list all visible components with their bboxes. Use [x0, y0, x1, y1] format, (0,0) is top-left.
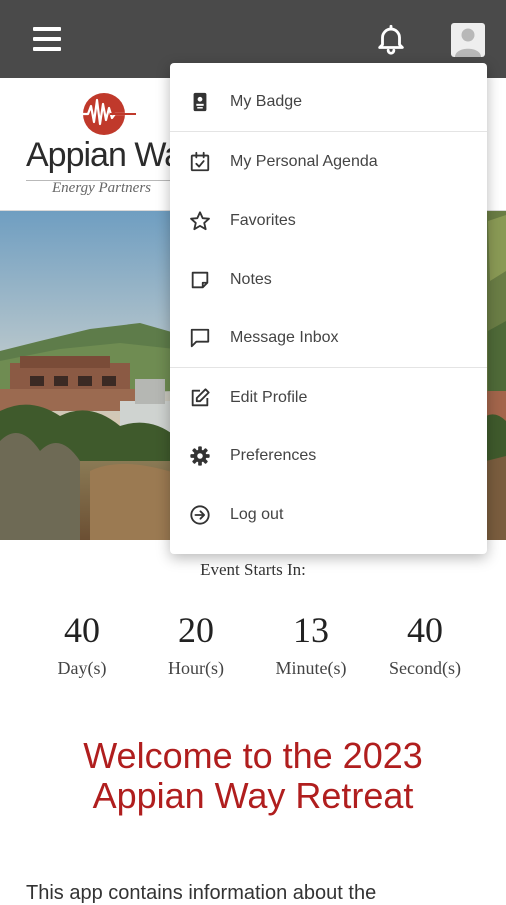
- countdown-minutes: 13 Minute(s): [251, 610, 371, 679]
- countdown-minutes-unit: Minute(s): [275, 658, 347, 678]
- menu-item-favorites[interactable]: Favorites: [170, 192, 487, 250]
- countdown-days: 40 Day(s): [22, 610, 142, 679]
- user-avatar-icon[interactable]: [451, 23, 485, 57]
- gear-icon: [189, 445, 211, 467]
- countdown-days-value: 40: [64, 610, 100, 650]
- menu-item-label: My Badge: [230, 93, 303, 110]
- welcome-line-2: Appian Way Retreat: [92, 775, 414, 816]
- menu-item-preferences[interactable]: Preferences: [170, 427, 487, 485]
- menu-item-message-inbox[interactable]: Message Inbox: [170, 309, 487, 367]
- menu-item-label: Notes: [230, 271, 272, 288]
- bell-icon[interactable]: [374, 22, 408, 56]
- menu-item-label: Favorites: [230, 212, 296, 229]
- menu-item-label: Preferences: [230, 447, 317, 464]
- countdown-seconds-unit: Second(s): [389, 658, 461, 678]
- menu-item-notes[interactable]: Notes: [170, 251, 487, 309]
- menu-item-label: Log out: [230, 506, 284, 523]
- menu-divider: [170, 367, 487, 368]
- badge-icon: [189, 91, 211, 113]
- logo-wave-icon: [80, 93, 136, 135]
- menu-item-edit-profile[interactable]: Edit Profile: [170, 369, 487, 427]
- welcome-heading: Welcome to the 2023 Appian Way Retreat: [0, 736, 506, 816]
- welcome-line-1: Welcome to the 2023: [83, 735, 423, 776]
- menu-item-label: My Personal Agenda: [230, 153, 378, 170]
- countdown-minutes-value: 13: [293, 610, 329, 650]
- countdown-hours-unit: Hour(s): [168, 658, 224, 678]
- account-dropdown-menu: My Badge My Personal Agenda Favorites No…: [170, 63, 487, 554]
- hamburger-menu-icon[interactable]: [33, 27, 61, 51]
- intro-text: This app contains information about the: [26, 882, 377, 904]
- countdown-hours: 20 Hour(s): [136, 610, 256, 679]
- appian-way-logo: Appian Way Energy Partners: [22, 88, 199, 203]
- menu-item-log-out[interactable]: Log out: [170, 486, 487, 544]
- menu-item-personal-agenda[interactable]: My Personal Agenda: [170, 133, 487, 191]
- menu-divider: [170, 131, 487, 132]
- calendar-check-icon: [189, 151, 211, 173]
- countdown-seconds: 40 Second(s): [365, 610, 485, 679]
- countdown-title: Event Starts In:: [200, 560, 306, 579]
- menu-item-label: Message Inbox: [230, 329, 339, 346]
- logout-icon: [189, 504, 211, 526]
- star-icon: [189, 210, 211, 232]
- note-icon: [189, 269, 211, 291]
- logo-tagline: Energy Partners: [52, 180, 152, 196]
- countdown-seconds-value: 40: [407, 610, 443, 650]
- edit-icon: [189, 387, 211, 409]
- menu-item-label: Edit Profile: [230, 389, 308, 406]
- menu-item-my-badge[interactable]: My Badge: [170, 73, 487, 131]
- countdown-days-unit: Day(s): [57, 658, 107, 678]
- countdown-hours-value: 20: [178, 610, 214, 650]
- message-icon: [189, 327, 211, 349]
